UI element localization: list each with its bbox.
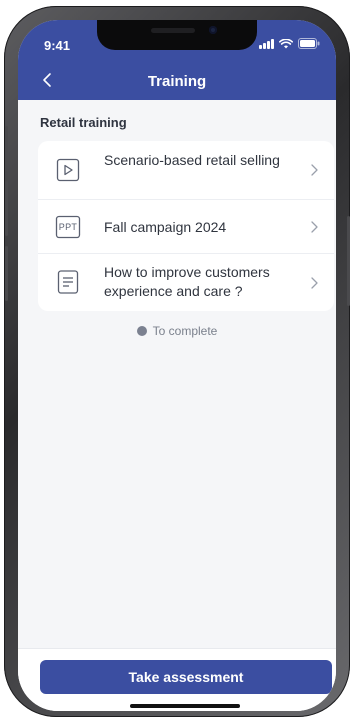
list-item-fall-campaign[interactable]: PPT Fall campaign 2024 bbox=[38, 200, 334, 253]
chevron-right-icon bbox=[311, 277, 318, 289]
training-list: Scenario-based retail selling PPT Fall c… bbox=[38, 141, 334, 311]
cellular-signal-icon bbox=[259, 38, 274, 49]
ppt-icon: PPT bbox=[54, 213, 82, 241]
wifi-icon bbox=[279, 38, 293, 48]
front-camera bbox=[209, 26, 217, 34]
volume-up-button bbox=[5, 181, 8, 236]
list-item-label: How to improve customers experience and … bbox=[104, 264, 270, 299]
ppt-icon-text: PPT bbox=[58, 222, 78, 232]
list-item-label: Scenario-based retail selling bbox=[104, 152, 280, 168]
status-icons bbox=[259, 38, 320, 49]
page-title: Training bbox=[147, 73, 207, 90]
status-legend: To complete bbox=[18, 324, 336, 338]
app-header: 9:41 Training bbox=[18, 20, 336, 100]
legend-label: To complete bbox=[152, 324, 218, 338]
section-title: Retail training bbox=[40, 115, 127, 130]
play-icon bbox=[56, 158, 80, 182]
battery-icon bbox=[298, 38, 320, 49]
list-item-customer-experience[interactable]: How to improve customers experience and … bbox=[38, 254, 334, 311]
notch bbox=[97, 20, 257, 50]
list-item-scenario-selling[interactable]: Scenario-based retail selling bbox=[38, 141, 334, 199]
power-button bbox=[347, 216, 350, 306]
status-dot-icon bbox=[136, 326, 147, 336]
home-indicator[interactable] bbox=[130, 704, 240, 708]
phone-frame: 9:41 Training Retail training Scenario-b… bbox=[4, 6, 350, 717]
volume-down-button bbox=[5, 246, 8, 301]
chevron-right-icon bbox=[311, 164, 318, 176]
silent-switch bbox=[5, 126, 8, 156]
take-assessment-button[interactable]: Take assessment bbox=[40, 660, 332, 694]
speaker bbox=[151, 28, 195, 33]
screen: 9:41 Training Retail training Scenario-b… bbox=[18, 20, 336, 711]
chevron-right-icon bbox=[311, 221, 318, 233]
document-icon bbox=[57, 270, 79, 294]
list-item-label: Fall campaign 2024 bbox=[104, 219, 227, 235]
bottom-bar: Take assessment bbox=[18, 648, 336, 711]
status-time: 9:41 bbox=[44, 38, 71, 53]
